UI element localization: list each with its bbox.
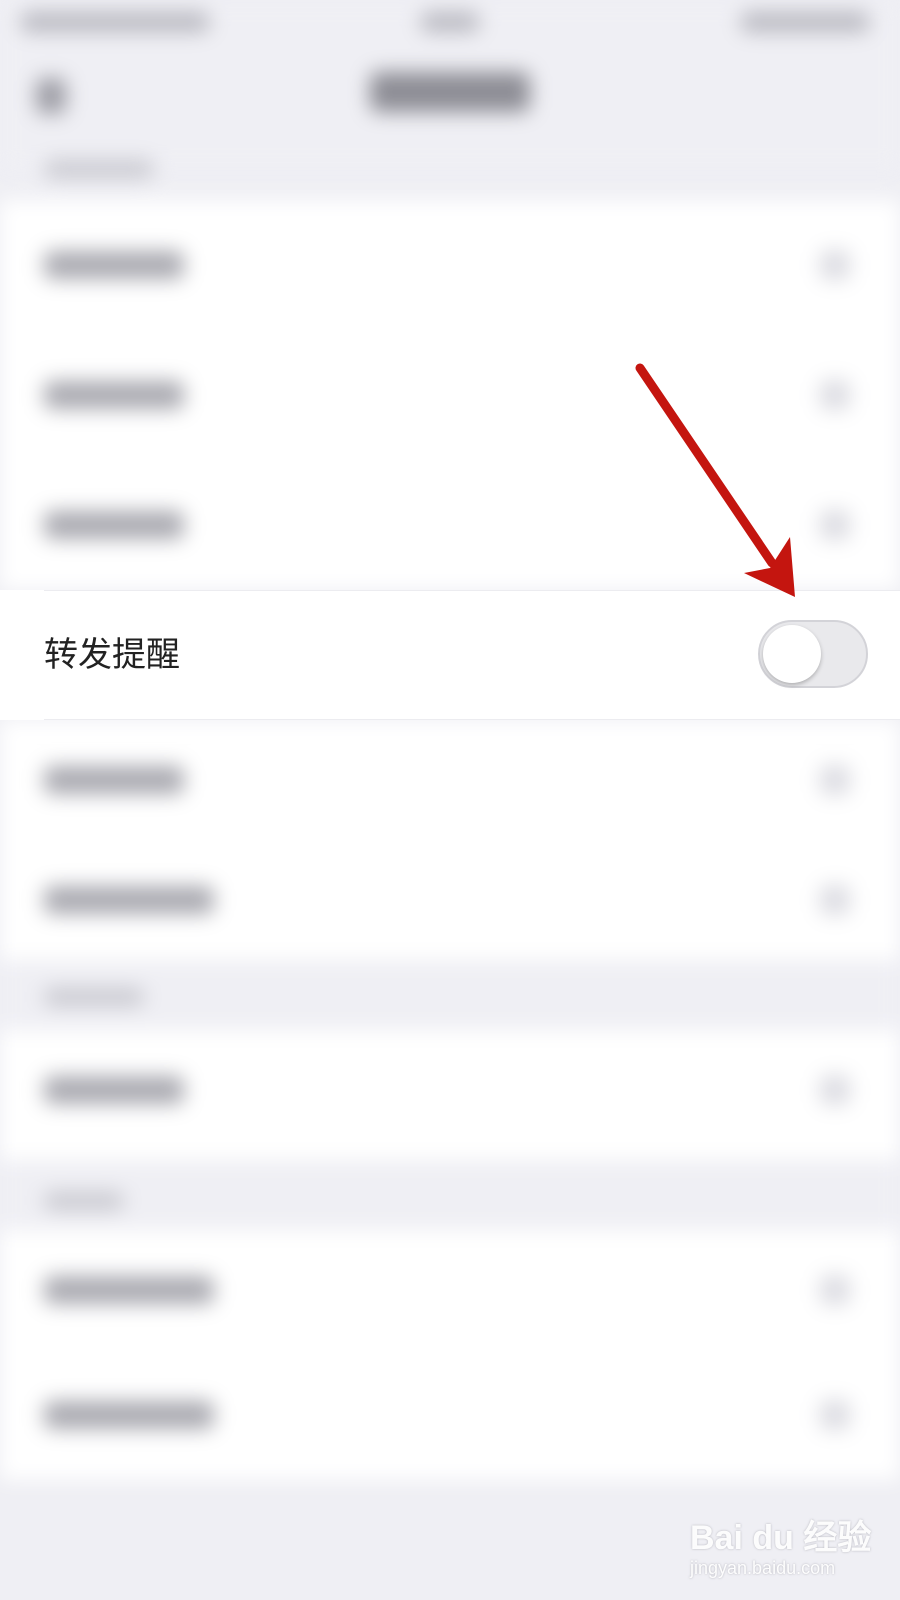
forward-reminder-label: 转发提醒 <box>44 635 180 675</box>
status-battery-blur <box>740 12 870 32</box>
row-divider <box>44 719 900 720</box>
row-control-blur <box>820 1275 850 1305</box>
blurred-background <box>0 0 900 1600</box>
row-label-blur <box>44 1401 214 1429</box>
settings-row[interactable] <box>0 720 900 840</box>
row-label-blur <box>44 1276 214 1304</box>
settings-row[interactable] <box>0 460 900 590</box>
settings-group-3 <box>0 1230 900 1480</box>
section-title-blur <box>44 1192 124 1210</box>
row-divider <box>44 590 900 591</box>
page-title-blur <box>370 72 530 112</box>
row-label-blur <box>44 1076 184 1104</box>
status-bar <box>0 0 900 44</box>
row-control-blur <box>820 765 850 795</box>
toggle-knob <box>763 625 821 683</box>
row-control-blur <box>820 380 850 410</box>
row-control-blur <box>820 250 850 280</box>
row-label-blur <box>44 251 184 279</box>
row-control-blur <box>820 885 850 915</box>
settings-group-1-bottom <box>0 720 900 960</box>
row-label-blur <box>44 381 184 409</box>
settings-row[interactable] <box>0 840 900 960</box>
row-control-blur <box>820 1400 850 1430</box>
settings-row[interactable] <box>0 200 900 330</box>
settings-group-1-top <box>0 200 900 590</box>
status-carrier-blur <box>20 12 210 32</box>
row-control-blur <box>820 510 850 540</box>
settings-screen: 转发提醒 Bai du 经验 jingyan.baidu.com <box>0 0 900 1600</box>
row-label-blur <box>44 886 214 914</box>
back-icon[interactable] <box>36 78 66 114</box>
nav-bar <box>0 44 900 178</box>
section-header-2 <box>0 960 900 1030</box>
section-title-blur <box>44 988 144 1006</box>
row-label-blur <box>44 766 184 794</box>
settings-group-2 <box>0 1030 900 1160</box>
watermark-logo-text: Bai du 经验 <box>690 1519 872 1557</box>
status-time-blur <box>420 12 480 32</box>
forward-reminder-toggle[interactable] <box>758 620 868 688</box>
settings-row[interactable] <box>0 330 900 460</box>
settings-row[interactable] <box>0 1030 900 1160</box>
section-header-3 <box>0 1160 900 1230</box>
row-control-blur <box>820 1075 850 1105</box>
settings-row[interactable] <box>0 1230 900 1355</box>
forward-reminder-row[interactable]: 转发提醒 <box>0 590 900 720</box>
section-title-blur <box>44 160 154 178</box>
baidu-jingyan-watermark: Bai du 经验 jingyan.baidu.com <box>690 1500 871 1590</box>
settings-row[interactable] <box>0 1355 900 1480</box>
watermark-site-text: jingyan.baidu.com <box>690 1558 836 1578</box>
row-label-blur <box>44 511 184 539</box>
